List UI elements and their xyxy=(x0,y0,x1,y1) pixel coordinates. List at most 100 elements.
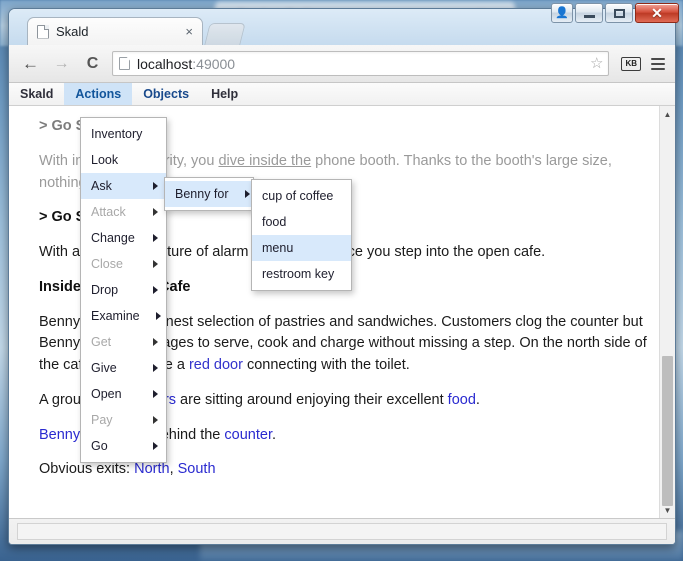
submenu-arrow-icon xyxy=(153,182,158,190)
inline-link-food[interactable]: food xyxy=(448,392,476,408)
close-button[interactable]: ✕ xyxy=(635,3,679,23)
submenu-arrow-icon xyxy=(153,260,158,268)
bookmark-star-icon[interactable]: ☆ xyxy=(586,56,603,71)
submenu-arrow-icon xyxy=(155,312,161,320)
minimize-button[interactable] xyxy=(575,3,603,23)
browser-tab-skald[interactable]: Skald × xyxy=(27,17,203,45)
text-fragment: , xyxy=(169,461,178,478)
exits-label: Obvious exits: xyxy=(39,461,135,478)
submenu-arrow-icon xyxy=(153,442,158,450)
maximize-button[interactable] xyxy=(605,3,633,23)
menu-item-label: food xyxy=(262,215,287,229)
menu-item-drop[interactable]: Drop xyxy=(81,277,166,303)
menu-item-label: Open xyxy=(91,387,122,401)
menu-item-benny-for[interactable]: Benny for xyxy=(165,181,253,207)
text-fragment: connecting with the toilet. xyxy=(242,357,410,373)
menu-item-inventory[interactable]: Inventory xyxy=(81,121,166,147)
submenu-benny-for: cup of coffee food menu restroom key xyxy=(251,179,352,291)
submenu-arrow-icon xyxy=(153,338,158,346)
menu-item-attack: Attack xyxy=(81,199,166,225)
menu-item-close: Close xyxy=(81,251,166,277)
menu-item-label: Get xyxy=(91,335,112,349)
menubar-item-help[interactable]: Help xyxy=(200,83,249,105)
inline-link-dive[interactable]: dive inside the xyxy=(218,153,311,169)
menu-item-label: Inventory xyxy=(91,127,143,141)
desktop: Pandora Radio ▭ ▫ ✕ 👤 ✕ Skald × xyxy=(0,0,683,561)
exit-link-south[interactable]: South xyxy=(178,461,216,477)
browser-toolbar: ← → C localhost:49000 ☆ KB xyxy=(9,45,675,83)
menu-item-look[interactable]: Look xyxy=(81,147,166,173)
address-bar[interactable]: localhost:49000 ☆ xyxy=(112,51,610,76)
back-button[interactable]: ← xyxy=(17,50,44,77)
submenu-ask: Benny for xyxy=(164,177,254,211)
close-icon[interactable]: × xyxy=(182,25,196,38)
menu-item-food[interactable]: food xyxy=(252,209,351,235)
dropdown-menu-actions: Inventory Look Ask Attack Change Close D… xyxy=(80,117,167,463)
menubar-item-actions[interactable]: Actions xyxy=(64,83,133,105)
close-icon: ✕ xyxy=(651,5,663,21)
menu-item-label: Pay xyxy=(91,413,113,427)
exit-link-north[interactable]: North xyxy=(134,461,169,477)
submenu-arrow-icon xyxy=(153,416,158,424)
tab-title: Skald xyxy=(56,24,89,39)
text-fragment: . xyxy=(271,426,277,443)
text-fragment: . xyxy=(475,391,480,408)
menu-item-label: Drop xyxy=(91,283,119,297)
menu-item-change[interactable]: Change xyxy=(81,225,166,251)
text-fragment: are sitting around enjoying their excell… xyxy=(176,391,448,408)
menu-item-ask[interactable]: Ask xyxy=(81,173,166,199)
browser-menu-icon[interactable] xyxy=(649,55,667,73)
menu-item-label: Examine xyxy=(91,309,140,323)
menu-item-get: Get xyxy=(81,329,166,355)
menubar-item-objects[interactable]: Objects xyxy=(132,83,200,105)
menu-item-open[interactable]: Open xyxy=(81,381,166,407)
reload-button[interactable]: C xyxy=(79,50,106,77)
menu-item-label: Ask xyxy=(91,179,112,193)
menu-item-go[interactable]: Go xyxy=(81,433,166,459)
inline-link-red-door[interactable]: red door xyxy=(189,357,243,373)
submenu-arrow-icon xyxy=(153,286,158,294)
menu-item-cup-of-coffee[interactable]: cup of coffee xyxy=(252,183,351,209)
inline-link-counter[interactable]: counter xyxy=(224,427,272,443)
scroll-up-arrow-icon[interactable]: ▲ xyxy=(660,106,675,122)
inline-link-benny[interactable]: Benny xyxy=(39,427,80,443)
page-info-icon[interactable] xyxy=(119,57,130,70)
submenu-arrow-icon xyxy=(153,364,158,372)
submenu-arrow-icon xyxy=(153,390,158,398)
window-controls: 👤 ✕ xyxy=(551,3,679,23)
scroll-down-arrow-icon[interactable]: ▼ xyxy=(660,502,675,518)
menu-item-menu[interactable]: menu xyxy=(252,235,351,261)
menu-item-label: Go xyxy=(91,439,108,453)
menu-item-label: restroom key xyxy=(262,267,335,281)
user-icon: 👤 xyxy=(555,6,569,19)
app-menubar: Skald Actions Objects Help xyxy=(9,83,675,106)
menu-item-label: cup of coffee xyxy=(262,189,334,203)
submenu-arrow-icon xyxy=(244,190,250,198)
menu-item-label: Look xyxy=(91,153,119,167)
url-port: :49000 xyxy=(192,55,236,72)
menu-item-give[interactable]: Give xyxy=(81,355,166,381)
menu-item-pay: Pay xyxy=(81,407,166,433)
page-favicon xyxy=(37,24,49,39)
menu-item-label: Attack xyxy=(91,205,126,219)
menu-item-label: Close xyxy=(91,257,123,271)
status-bar xyxy=(9,518,675,544)
menu-item-label: Give xyxy=(91,361,117,375)
scrollbar-thumb[interactable] xyxy=(662,356,673,506)
submenu-arrow-icon xyxy=(153,208,158,216)
user-account-button[interactable]: 👤 xyxy=(551,3,573,23)
tab-ghost xyxy=(204,23,246,45)
forward-button[interactable]: → xyxy=(48,50,75,77)
submenu-arrow-icon xyxy=(153,234,158,242)
vertical-scrollbar[interactable]: ▲ ▼ xyxy=(659,106,675,518)
status-bar-field xyxy=(17,523,667,540)
minimize-icon xyxy=(583,15,595,18)
address-bar-url: localhost:49000 xyxy=(137,56,586,72)
menu-item-examine[interactable]: Examine xyxy=(81,303,166,329)
maximize-icon xyxy=(613,8,625,18)
kb-extension-badge[interactable]: KB xyxy=(621,56,641,71)
menubar-item-skald[interactable]: Skald xyxy=(9,83,64,105)
menu-item-label: Change xyxy=(91,231,135,245)
menu-item-restroom-key[interactable]: restroom key xyxy=(252,261,351,287)
browser-window: Skald × ← → C localhost:49000 ☆ KB Skald… xyxy=(8,8,676,545)
